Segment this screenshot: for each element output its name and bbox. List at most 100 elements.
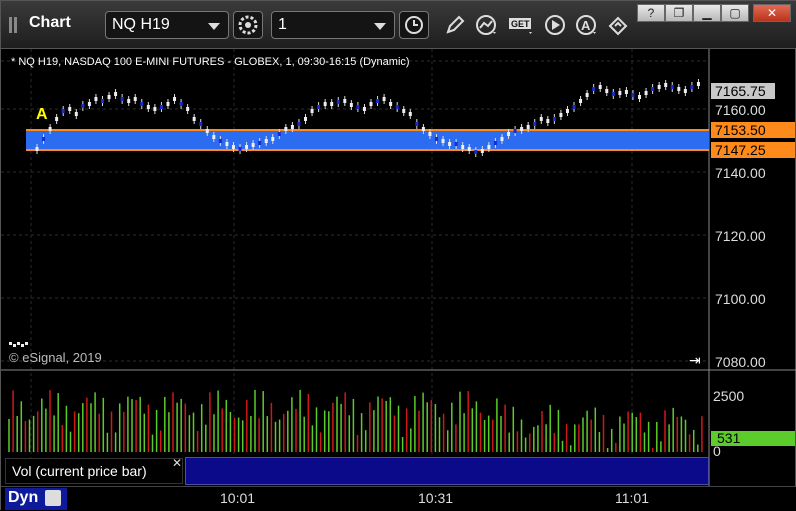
candle-body [42,137,46,141]
candle-body [140,102,144,106]
candle-body [624,90,628,94]
candle-body [461,145,465,149]
candle-body [48,127,52,131]
candle-body [192,117,196,121]
candle-body [546,119,550,123]
candle-body [402,109,406,113]
candle-body [114,92,118,96]
candle-body [159,105,163,109]
candle-body [526,125,530,129]
get-icon: GET [509,18,532,34]
candle-body [199,122,203,126]
get-button[interactable]: GET [507,12,535,38]
marker-label[interactable]: A [36,106,48,124]
price-axis-label: 7160.00 [715,102,766,118]
candle-body [107,95,111,99]
candle-body [13,344,16,347]
time-button[interactable] [399,11,429,39]
price-axis-label: 7080.00 [715,354,766,370]
candle-body [100,99,104,103]
chart-canvas[interactable] [1,49,796,486]
candle-body [251,143,255,147]
volume-study-label[interactable]: Vol (current price bar) [5,458,183,484]
candle-body [644,91,648,95]
time-axis-bar [1,486,796,511]
candle-body [245,145,249,149]
symbol-combo[interactable]: NQ H19 [105,11,229,39]
settings-button[interactable] [233,11,263,39]
interval-combo[interactable]: 1 [271,11,395,39]
dynamic-mode-label: Dyn [8,489,39,506]
candle-body [343,99,347,103]
lower-band-price-tag: 7147.25 [711,142,795,158]
help-button[interactable]: ? [637,4,665,22]
candle-body [631,93,635,97]
candle-body [225,142,229,146]
drag-grip-icon[interactable] [9,17,19,33]
price-axis-label: 7140.00 [715,165,766,181]
candle-body [683,89,687,93]
close-study-icon[interactable]: ✕ [172,456,182,470]
candle-body [539,117,543,121]
candle-body [670,85,674,89]
candle-body [146,105,150,109]
candle-body [186,107,190,111]
scroll-to-end-icon[interactable]: ⇥ [689,352,701,369]
draw-tool-button[interactable] [441,12,469,38]
candle-body [389,102,393,106]
candle-body [61,109,65,113]
restore-icon: ❐ [673,6,685,20]
studies-button[interactable] [473,12,501,38]
help-icon: ? [647,6,655,20]
time-axis-label: 10:31 [418,490,454,506]
volume-axis-label: 2500 [713,388,745,404]
candle-body [598,85,602,89]
candle-body [376,99,380,103]
candle-body [690,85,694,89]
candle-body [487,145,491,149]
candle-body [264,139,268,143]
minimize-button[interactable]: ▁ [693,4,721,22]
price-band [26,130,709,150]
candle-body [317,105,321,109]
symbol-value: NQ H19 [112,16,170,33]
candle-body [480,149,484,153]
candle-body [277,132,281,136]
svg-text:A: A [581,18,591,33]
alert-button[interactable]: A [573,12,601,38]
candle-body [87,102,91,106]
candle-body [238,147,242,151]
candle-body [664,83,668,87]
copyright-text: © eSignal, 2019 [9,350,102,365]
close-button[interactable]: ✕ [753,4,791,22]
candle-body [500,137,504,141]
dynamic-mode-button[interactable]: Dyn [5,488,67,510]
chart-window: Chart NQ H19 1 GET A ? ❐ ▁ ▢ ✕ * NQ H19,… [0,0,796,511]
price-axis-label: 7120.00 [715,228,766,244]
replay-button[interactable] [541,12,569,38]
candle-body [421,127,425,131]
candle-body [408,112,412,116]
candle-body [94,97,98,101]
volume-value-tag: 531 [711,431,795,446]
candle-body [212,135,216,139]
candle-body [533,122,537,126]
candle-body [369,102,373,106]
candle-body [68,107,72,111]
candle-body [520,127,524,131]
candle-body [349,103,353,107]
candle-body [441,139,445,143]
candle-body [336,100,340,104]
candle-body [166,102,170,106]
chevron-down-icon [374,23,386,30]
candle-body [218,139,222,143]
restore-button[interactable]: ❐ [665,4,693,22]
candle-body [17,342,20,345]
play-icon [545,15,565,35]
candle-body [428,132,432,136]
candle-body [356,105,360,109]
settings-icon [238,15,258,35]
link-button[interactable] [605,12,633,38]
candle-body [493,141,497,145]
maximize-button[interactable]: ▢ [721,4,749,22]
